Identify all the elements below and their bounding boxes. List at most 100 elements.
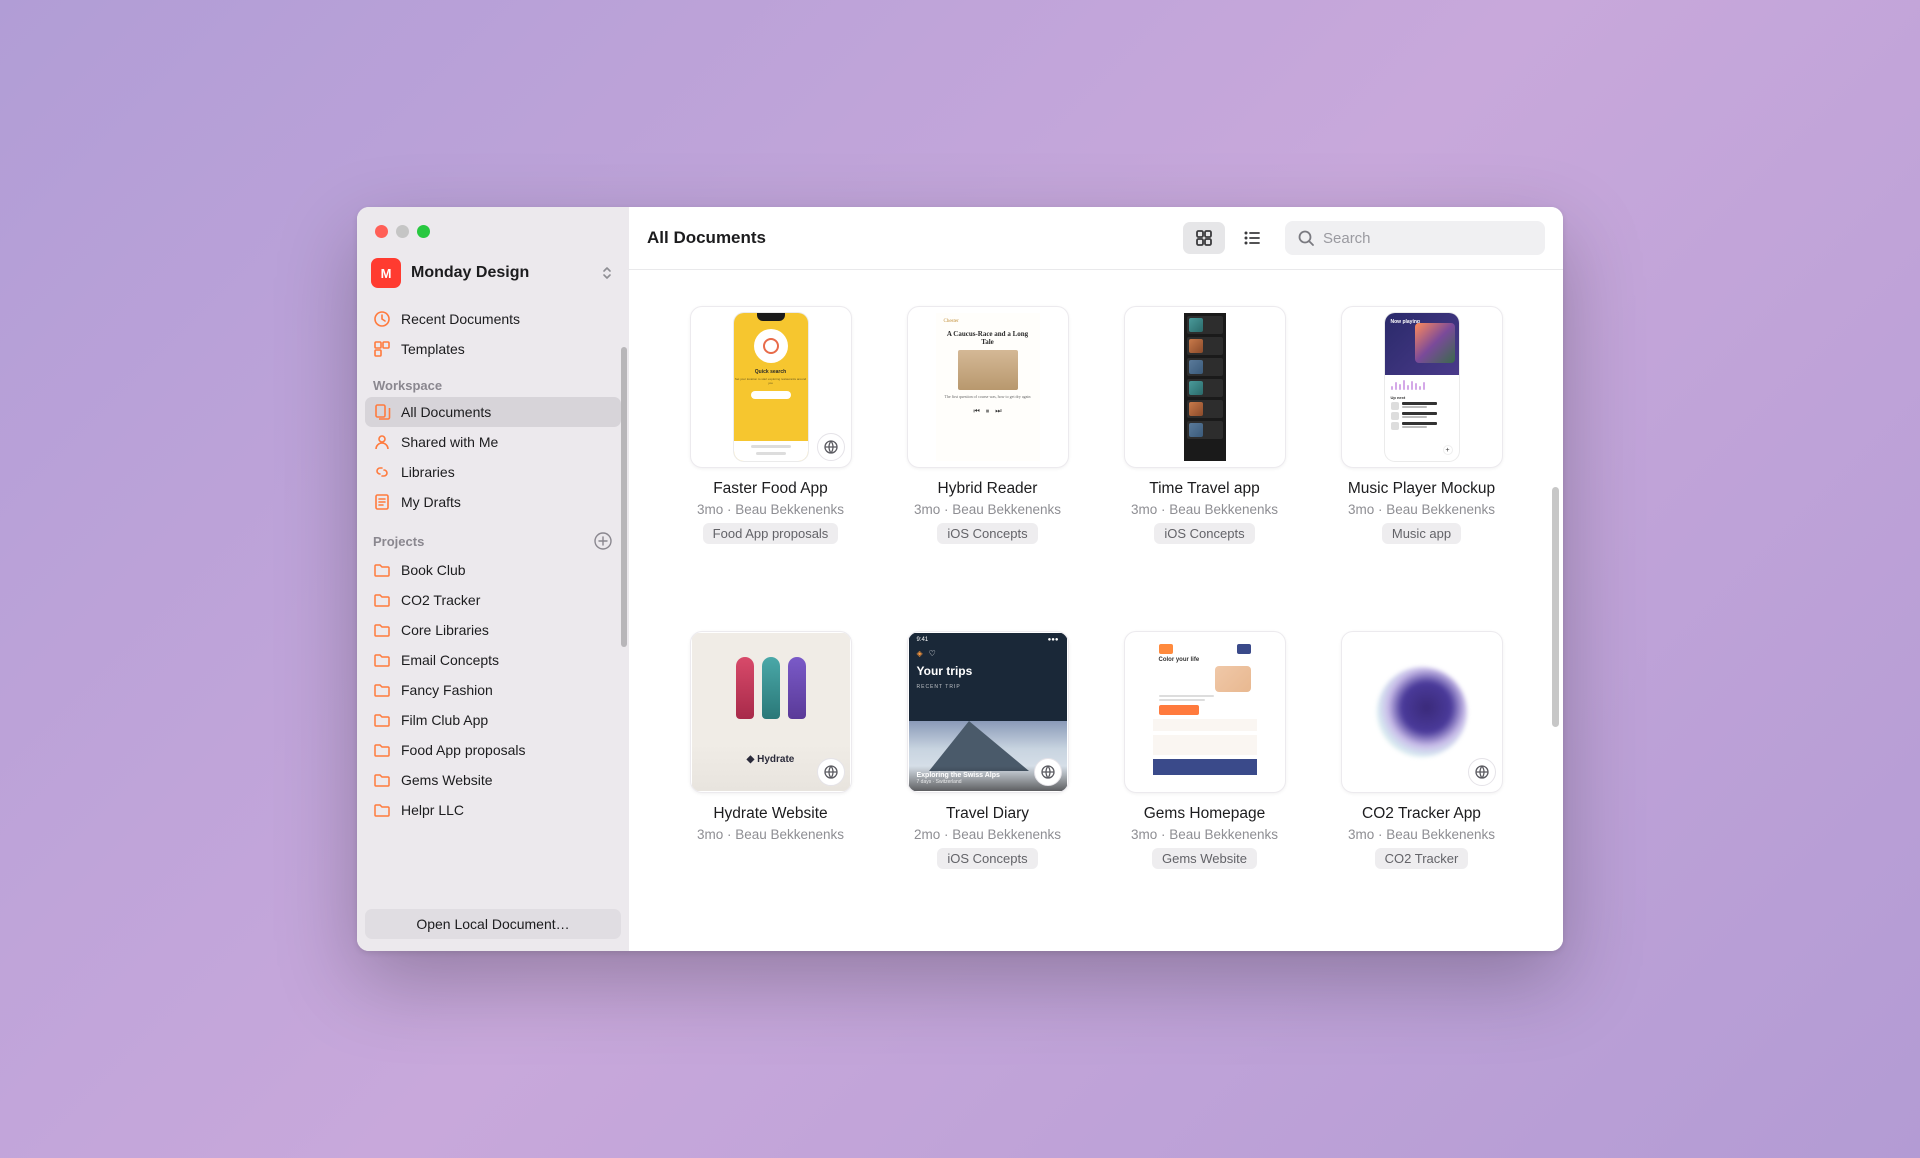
project-item[interactable]: Helpr LLC bbox=[365, 795, 621, 825]
traffic-lights bbox=[357, 207, 629, 246]
project-item[interactable]: Food App proposals bbox=[365, 735, 621, 765]
folder-icon bbox=[373, 621, 391, 639]
document-meta: 2mo · Beau Bekkenenks bbox=[914, 827, 1061, 842]
sidebar: M Monday Design Recent Documents Templat… bbox=[357, 207, 629, 951]
document-tag[interactable]: CO2 Tracker bbox=[1375, 848, 1469, 869]
toolbar: All Documents bbox=[629, 207, 1563, 270]
document-thumbnail: Quick searchSet your location to start e… bbox=[690, 306, 852, 468]
project-label: Email Concepts bbox=[401, 652, 499, 668]
add-project-button[interactable] bbox=[593, 531, 613, 551]
folder-icon bbox=[373, 771, 391, 789]
chevron-up-down-icon bbox=[599, 263, 615, 283]
document-meta: 3mo · Beau Bekkenenks bbox=[697, 827, 844, 842]
project-label: Fancy Fashion bbox=[401, 682, 493, 698]
minimize-window-button[interactable] bbox=[396, 225, 409, 238]
project-label: Helpr LLC bbox=[401, 802, 464, 818]
person-icon bbox=[373, 433, 391, 451]
document-title: Hydrate Website bbox=[713, 805, 827, 823]
project-item[interactable]: Book Club bbox=[365, 555, 621, 585]
nav-label: Libraries bbox=[401, 464, 455, 480]
link-icon bbox=[373, 463, 391, 481]
folder-icon bbox=[373, 711, 391, 729]
view-toggle bbox=[1183, 222, 1273, 254]
document-title: Faster Food App bbox=[713, 480, 828, 498]
document-title: Time Travel app bbox=[1149, 480, 1260, 498]
globe-icon bbox=[817, 433, 845, 461]
sidebar-item-templates[interactable]: Templates bbox=[365, 334, 621, 364]
document-title: Travel Diary bbox=[946, 805, 1029, 823]
workspace-name: Monday Design bbox=[411, 264, 589, 282]
close-window-button[interactable] bbox=[375, 225, 388, 238]
workspace-switcher[interactable]: M Monday Design bbox=[357, 246, 629, 298]
section-header-projects: Projects bbox=[365, 517, 621, 555]
project-item[interactable]: Gems Website bbox=[365, 765, 621, 795]
templates-icon bbox=[373, 340, 391, 358]
page-title: All Documents bbox=[647, 228, 1171, 248]
project-item[interactable]: CO2 Tracker bbox=[365, 585, 621, 615]
zoom-window-button[interactable] bbox=[417, 225, 430, 238]
project-label: CO2 Tracker bbox=[401, 592, 480, 608]
document-card[interactable]: Now playingUp next+ Music Player Mockup … bbox=[1328, 306, 1515, 591]
document-tag[interactable]: Music app bbox=[1382, 523, 1461, 544]
document-card[interactable]: Time Travel app 3mo · Beau Bekkenenks iO… bbox=[1111, 306, 1298, 591]
sidebar-item-libraries[interactable]: Libraries bbox=[365, 457, 621, 487]
nav-label: Shared with Me bbox=[401, 434, 498, 450]
globe-icon bbox=[1034, 758, 1062, 786]
sidebar-footer: Open Local Document… bbox=[357, 899, 629, 951]
project-label: Gems Website bbox=[401, 772, 493, 788]
document-tag[interactable]: iOS Concepts bbox=[937, 523, 1037, 544]
document-grid: Quick searchSet your location to start e… bbox=[629, 270, 1563, 951]
document-title: Hybrid Reader bbox=[938, 480, 1038, 498]
project-label: Film Club App bbox=[401, 712, 488, 728]
folder-icon bbox=[373, 651, 391, 669]
sidebar-item-shared[interactable]: Shared with Me bbox=[365, 427, 621, 457]
document-tag[interactable]: iOS Concepts bbox=[1154, 523, 1254, 544]
draft-icon bbox=[373, 493, 391, 511]
folder-icon bbox=[373, 591, 391, 609]
nav-label: Recent Documents bbox=[401, 311, 520, 327]
sidebar-item-all-documents[interactable]: All Documents bbox=[365, 397, 621, 427]
sidebar-scrollbar[interactable] bbox=[621, 347, 627, 807]
main-scrollbar[interactable] bbox=[1552, 487, 1559, 727]
open-local-document-button[interactable]: Open Local Document… bbox=[365, 909, 621, 939]
app-window: M Monday Design Recent Documents Templat… bbox=[357, 207, 1563, 951]
list-view-button[interactable] bbox=[1231, 222, 1273, 254]
folder-icon bbox=[373, 681, 391, 699]
globe-icon bbox=[1468, 758, 1496, 786]
clock-icon bbox=[373, 310, 391, 328]
workspace-icon: M bbox=[371, 258, 401, 288]
document-meta: 3mo · Beau Bekkenenks bbox=[1131, 827, 1278, 842]
nav-label: All Documents bbox=[401, 404, 491, 420]
sidebar-item-recent[interactable]: Recent Documents bbox=[365, 304, 621, 334]
document-meta: 3mo · Beau Bekkenenks bbox=[1131, 502, 1278, 517]
sidebar-item-drafts[interactable]: My Drafts bbox=[365, 487, 621, 517]
document-stack-icon bbox=[373, 403, 391, 421]
document-card[interactable]: Color your life Gems Homepage 3mo · Beau… bbox=[1111, 631, 1298, 916]
search-icon bbox=[1297, 229, 1315, 247]
document-thumbnail: 9:41●●●◈♡Your tripsRECENT TRIPExploring … bbox=[907, 631, 1069, 793]
project-item[interactable]: Fancy Fashion bbox=[365, 675, 621, 705]
project-item[interactable]: Core Libraries bbox=[365, 615, 621, 645]
document-meta: 3mo · Beau Bekkenenks bbox=[1348, 502, 1495, 517]
document-card[interactable]: ChesterA Caucus-Race and a Long TaleThe … bbox=[894, 306, 1081, 591]
document-meta: 3mo · Beau Bekkenenks bbox=[1348, 827, 1495, 842]
grid-view-button[interactable] bbox=[1183, 222, 1225, 254]
main-panel: All Documents Quick searchSet your locat… bbox=[629, 207, 1563, 951]
document-title: Music Player Mockup bbox=[1348, 480, 1495, 498]
project-item[interactable]: Email Concepts bbox=[365, 645, 621, 675]
search-input[interactable] bbox=[1323, 230, 1533, 247]
project-item[interactable]: Film Club App bbox=[365, 705, 621, 735]
project-label: Food App proposals bbox=[401, 742, 526, 758]
document-card[interactable]: Quick searchSet your location to start e… bbox=[677, 306, 864, 591]
document-card[interactable]: CO2 Tracker App 3mo · Beau Bekkenenks CO… bbox=[1328, 631, 1515, 916]
globe-icon bbox=[817, 758, 845, 786]
folder-icon bbox=[373, 801, 391, 819]
document-tag[interactable]: iOS Concepts bbox=[937, 848, 1037, 869]
nav-label: My Drafts bbox=[401, 494, 461, 510]
document-card[interactable]: ◆ Hydrate Hydrate Website 3mo · Beau Bek… bbox=[677, 631, 864, 916]
document-tag[interactable]: Food App proposals bbox=[703, 523, 839, 544]
project-label: Core Libraries bbox=[401, 622, 489, 638]
document-tag[interactable]: Gems Website bbox=[1152, 848, 1257, 869]
search-box[interactable] bbox=[1285, 221, 1545, 255]
document-card[interactable]: 9:41●●●◈♡Your tripsRECENT TRIPExploring … bbox=[894, 631, 1081, 916]
